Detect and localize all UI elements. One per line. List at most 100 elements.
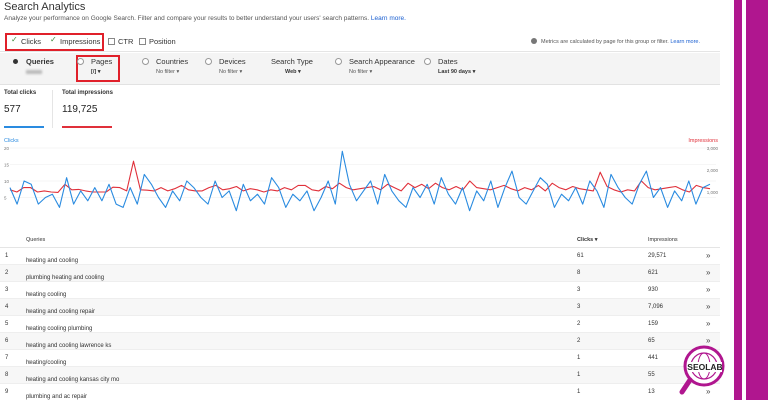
- total-impressions-label: Total impressions: [62, 90, 113, 96]
- row-number: 5: [5, 321, 9, 327]
- learn-more-link[interactable]: Learn more.: [371, 15, 406, 22]
- search-type-value: Web: [285, 69, 297, 75]
- pages-label: Pages: [91, 57, 113, 66]
- side-strip-magenta: [734, 0, 742, 400]
- search-analytics-panel: Search Analytics Analyze your performanc…: [0, 0, 728, 400]
- table-row[interactable]: 6 heating and cooling lawrence ks ⧉ 2 65»: [0, 333, 720, 350]
- external-link-icon[interactable]: ⧉: [28, 309, 32, 316]
- queries-radio[interactable]: [12, 58, 19, 65]
- header-impressions[interactable]: Impressions: [648, 237, 678, 243]
- metrics-note-text: Metrics are calculated by page for this …: [541, 39, 669, 45]
- search-type-label: Search Type: [271, 57, 313, 66]
- row-impressions: 65: [648, 338, 655, 344]
- row-number: 1: [5, 253, 9, 259]
- row-clicks: 61: [577, 253, 584, 259]
- y-left-tick-label: 10: [4, 179, 10, 184]
- table-body: 1 heating and cooling ⧉ 61 29,571» 2 plumbing …: [0, 248, 720, 400]
- pages-dropdown-icon[interactable]: ▾: [98, 69, 101, 75]
- clicks-checkbox[interactable]: [11, 35, 18, 45]
- filter-bar: Queries Pages [/] ▾ Countries No filter …: [0, 53, 720, 85]
- dates-radio[interactable]: [424, 58, 431, 65]
- queries-label: Queries: [26, 57, 54, 66]
- table-row[interactable]: 2 plumbing heating and cooling ⧉ 8 621 »: [0, 265, 720, 282]
- row-query-text: heating cooling: [26, 292, 67, 298]
- header-queries[interactable]: Queries: [26, 237, 45, 243]
- external-link-icon[interactable]: ⧉: [28, 275, 32, 282]
- dates-dropdown-icon[interactable]: ▾: [473, 69, 476, 75]
- filter-devices[interactable]: Devices No filter ▾: [205, 57, 246, 75]
- filter-pages[interactable]: Pages [/] ▾: [77, 57, 112, 75]
- search-appearance-dropdown-icon[interactable]: ▾: [369, 69, 372, 75]
- row-number: 8: [5, 372, 9, 378]
- total-clicks-underline: [4, 126, 44, 128]
- row-query-text: heating/cooling: [26, 360, 67, 366]
- external-link-icon[interactable]: ⧉: [28, 360, 32, 367]
- performance-chart: Clicks Impressions 20 15 10 5 3,000 2,000 1,000: [4, 138, 718, 212]
- row-impressions: 29,571: [648, 253, 667, 259]
- position-label: Position: [149, 37, 176, 46]
- row-impressions: 159: [648, 321, 659, 327]
- table-row[interactable]: 4 heating and cooling repair ⧉ 3 7,096 »: [0, 299, 720, 316]
- impressions-checkbox[interactable]: [50, 35, 57, 45]
- filter-search-appearance[interactable]: Search Appearance No filter ▾: [335, 57, 415, 75]
- countries-dropdown-icon[interactable]: ▾: [176, 69, 179, 75]
- search-type-dropdown-icon[interactable]: ▾: [298, 69, 301, 75]
- table-row[interactable]: 8heating and cooling kansas city mo⧉155»: [0, 367, 720, 384]
- filter-countries[interactable]: Countries No filter ▾: [142, 57, 188, 75]
- pages-value: [/]: [91, 69, 97, 75]
- devices-radio[interactable]: [205, 58, 212, 65]
- countries-value: No filter: [156, 69, 175, 75]
- seolab-logo: SEOLAB: [679, 345, 725, 395]
- row-number: 4: [5, 304, 9, 310]
- total-impressions-card[interactable]: Total impressions 119,725: [62, 90, 122, 128]
- external-link-icon[interactable]: ⧉: [28, 258, 32, 265]
- dates-label: Dates: [438, 57, 458, 66]
- pages-radio[interactable]: [77, 58, 84, 65]
- countries-radio[interactable]: [142, 58, 149, 65]
- row-query-text: plumbing heating and cooling: [26, 275, 105, 281]
- devices-dropdown-icon[interactable]: ▾: [239, 69, 242, 75]
- external-link-icon[interactable]: ⧉: [28, 326, 32, 333]
- row-expand-chevron-icon[interactable]: »: [706, 319, 710, 328]
- row-clicks: 2: [577, 338, 581, 344]
- queries-table: Queries Clicks ▾ Impressions 1 heating an…: [0, 230, 720, 400]
- table-row[interactable]: 7heating/cooling⧉1441»: [0, 350, 720, 367]
- page: Search Analytics Analyze your performanc…: [0, 0, 768, 400]
- row-clicks: 3: [577, 287, 581, 293]
- table-row[interactable]: 9 plumbing and ac repair ⧉ 1 13»: [0, 384, 720, 400]
- total-clicks-card[interactable]: Total clicks 577: [4, 90, 54, 128]
- position-toggle[interactable]: Position: [139, 37, 176, 46]
- ctr-checkbox[interactable]: [108, 38, 115, 45]
- external-link-icon[interactable]: ⧉: [28, 292, 32, 299]
- row-query-text: plumbing and ac repair: [26, 394, 88, 400]
- row-expand-chevron-icon[interactable]: »: [706, 251, 710, 260]
- external-link-icon[interactable]: ⧉: [28, 394, 32, 400]
- external-link-icon[interactable]: ⧉: [28, 343, 32, 350]
- external-link-icon[interactable]: ⧉: [28, 377, 32, 384]
- ctr-toggle[interactable]: CTR: [108, 37, 133, 46]
- y-left-tick-label: 5: [4, 196, 7, 201]
- table-row[interactable]: 1 heating and cooling ⧉ 61 29,571 »: [0, 248, 720, 265]
- metrics-note: Metrics are calculated by page for this …: [531, 38, 700, 45]
- row-impressions: 930: [648, 287, 659, 293]
- impressions-toggle[interactable]: Impressions: [50, 35, 100, 46]
- search-appearance-radio[interactable]: [335, 58, 342, 65]
- total-clicks-value: 577: [4, 104, 21, 115]
- logo-handle: [679, 377, 693, 395]
- row-number: 9: [5, 389, 9, 395]
- table-row[interactable]: 5 heating cooling plumbing ⧉ 2 159 »: [0, 316, 720, 333]
- row-expand-chevron-icon[interactable]: »: [706, 302, 710, 311]
- row-query-text: heating and cooling kansas city mo: [26, 377, 120, 383]
- row-expand-chevron-icon[interactable]: »: [706, 285, 710, 294]
- filter-search-type[interactable]: Search Type Web ▾: [271, 57, 313, 75]
- metrics-learn-more-link[interactable]: Learn more.: [670, 39, 700, 45]
- position-checkbox[interactable]: [139, 38, 146, 45]
- row-number: 3: [5, 287, 9, 293]
- filter-queries[interactable]: Queries: [12, 57, 54, 75]
- filter-dates[interactable]: Dates Last 90 days ▾: [424, 57, 475, 75]
- clicks-toggle[interactable]: Clicks: [11, 35, 41, 46]
- table-row[interactable]: 3 heating cooling ⧉ 3 930 »: [0, 282, 720, 299]
- metric-toggle-bar: Clicks Impressions CTR Position Metrics …: [0, 32, 720, 52]
- row-expand-chevron-icon[interactable]: »: [706, 268, 710, 277]
- header-clicks[interactable]: Clicks ▾: [577, 237, 598, 243]
